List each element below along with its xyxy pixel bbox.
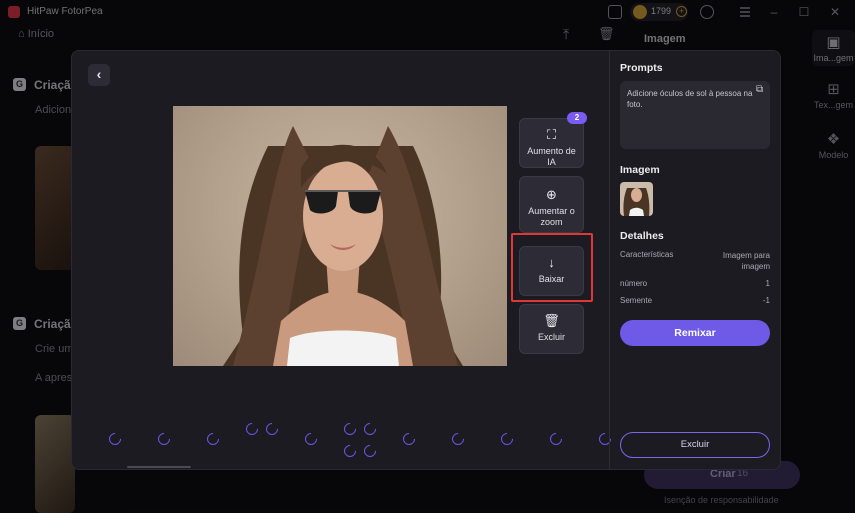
- detail-label-seed: Semente: [620, 296, 653, 305]
- details-heading: Detalhes: [620, 230, 664, 242]
- detail-value-characteristics: Imagem para imagem: [722, 251, 770, 271]
- delete-image-label: Excluir: [537, 332, 565, 342]
- detail-label-characteristics: Características: [620, 250, 674, 259]
- delete-button[interactable]: Excluir: [620, 432, 770, 458]
- zoom-in-button[interactable]: ⊕ Aumentar o zoom: [519, 176, 584, 233]
- detail-label-number: número: [620, 279, 648, 288]
- back-button[interactable]: ‹: [88, 64, 110, 86]
- download-highlight-box: [511, 233, 593, 302]
- panel-divider: [609, 51, 610, 469]
- expand-icon: ⛶: [546, 127, 557, 142]
- horizontal-scrollbar[interactable]: [127, 466, 191, 468]
- image-heading: Imagem: [620, 164, 660, 176]
- detail-value-number: 1: [765, 279, 770, 288]
- ai-upscale-button[interactable]: ⛶ Aumento de IA: [519, 118, 584, 168]
- ai-upscale-badge: 2: [567, 112, 587, 124]
- zoom-in-label: Aumentar o zoom: [528, 206, 575, 227]
- delete-image-button[interactable]: 🗑︎ Excluir: [519, 304, 584, 354]
- ai-upscale-label: Aumento de IA: [527, 146, 576, 167]
- copy-icon[interactable]: ⧉: [756, 84, 763, 95]
- zoom-in-icon: ⊕: [546, 187, 557, 202]
- trash-icon: 🗑︎: [543, 313, 560, 328]
- reference-image-thumbnail[interactable]: [620, 182, 653, 216]
- prompt-text: Adicione óculos de sol à pessoa na foto.: [627, 89, 753, 109]
- generated-image: [173, 106, 507, 366]
- detail-value-seed: -1: [762, 296, 770, 305]
- chevron-left-icon: ‹: [96, 66, 102, 82]
- prompts-heading: Prompts: [620, 62, 663, 74]
- remix-button[interactable]: Remixar: [620, 320, 770, 346]
